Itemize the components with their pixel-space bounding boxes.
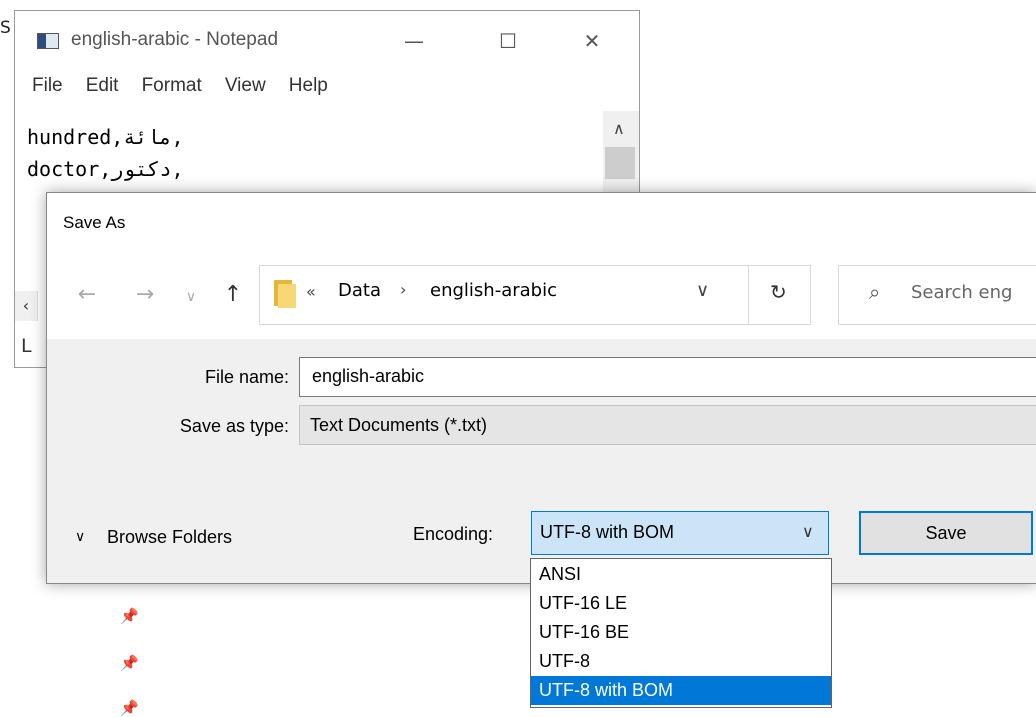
background-partial-text: S: [0, 18, 11, 38]
address-bar[interactable]: « Data › english-arabic ∨ ↻: [259, 265, 811, 325]
menu-file[interactable]: File: [32, 75, 63, 97]
save-as-type-select[interactable]: Text Documents (*.txt): [299, 405, 1036, 445]
notepad-icon: [37, 31, 59, 51]
minimize-button[interactable]: —: [391, 25, 437, 57]
chevron-down-icon[interactable]: ∨: [802, 522, 814, 541]
encoding-option-utf16le[interactable]: UTF-16 LE: [531, 589, 831, 618]
up-arrow-icon[interactable]: ↑: [219, 281, 247, 309]
menu-edit[interactable]: Edit: [86, 75, 119, 97]
scroll-up-icon[interactable]: ∧: [613, 119, 625, 138]
status-bar-text: L: [21, 335, 32, 357]
save-as-type-label: Save as type:: [179, 416, 289, 436]
browse-folders-button[interactable]: Browse Folders: [107, 527, 232, 548]
text-line: hundred,مائة,: [27, 125, 184, 149]
breadcrumb-english-arabic[interactable]: english-arabic: [430, 280, 557, 301]
menu-help[interactable]: Help: [289, 75, 328, 97]
pin-icon[interactable]: 📌: [120, 655, 139, 671]
notepad-menubar: File Edit Format View Help: [15, 75, 328, 105]
file-name-label: File name:: [204, 367, 289, 387]
menu-view[interactable]: View: [225, 75, 266, 97]
chevron-down-icon[interactable]: ∨: [696, 280, 709, 301]
breadcrumb-data[interactable]: Data: [338, 280, 381, 301]
notepad-title: english-arabic - Notepad: [71, 29, 279, 50]
save-button[interactable]: Save: [859, 511, 1033, 555]
notepad-titlebar[interactable]: english-arabic - Notepad — ☐ ✕: [15, 11, 639, 73]
encoding-option-utf16be[interactable]: UTF-16 BE: [531, 618, 831, 647]
maximize-button[interactable]: ☐: [485, 25, 531, 57]
address-divider: [748, 266, 749, 324]
forward-arrow-icon[interactable]: →: [131, 281, 159, 309]
vertical-scrollbar[interactable]: ∧: [603, 111, 639, 203]
navigation-bar: ← → ∨ ↑ « Data › english-arabic ∨ ↻ ⌕ Se…: [47, 259, 1036, 339]
breadcrumb-separator-icon[interactable]: ›: [400, 280, 406, 299]
pin-icon[interactable]: 📌: [120, 608, 139, 624]
encoding-option-ansi[interactable]: ANSI: [531, 560, 831, 589]
chevron-down-icon[interactable]: ∨: [75, 529, 85, 545]
encoding-label: Encoding:: [413, 524, 494, 544]
dialog-titlebar[interactable]: Save As: [47, 193, 1036, 259]
refresh-icon[interactable]: ↻: [770, 280, 787, 304]
menu-format[interactable]: Format: [142, 75, 202, 97]
search-input[interactable]: Search eng: [911, 282, 1012, 303]
text-line: doctor,دكتور,: [27, 157, 184, 181]
folder-icon: [274, 280, 296, 308]
encoding-dropdown-list: ANSI UTF-16 LE UTF-16 BE UTF-8 UTF-8 wit…: [530, 558, 832, 708]
encoding-option-utf8-bom[interactable]: UTF-8 with BOM: [531, 676, 831, 705]
dialog-title: Save As: [63, 213, 126, 232]
file-name-value: english-arabic: [312, 366, 425, 386]
save-as-dialog: Save As ← → ∨ ↑ « Data › english-arabic …: [46, 192, 1036, 584]
encoding-option-utf8[interactable]: UTF-8: [531, 647, 831, 676]
close-button[interactable]: ✕: [569, 25, 615, 57]
search-box[interactable]: ⌕ Search eng: [838, 265, 1036, 325]
search-icon: ⌕: [869, 280, 881, 304]
save-as-type-value: Text Documents (*.txt): [310, 415, 488, 435]
background-explorer: [0, 0, 14, 715]
encoding-select[interactable]: UTF-8 with BOM ∨: [531, 511, 829, 555]
file-name-input[interactable]: english-arabic: [299, 357, 1036, 397]
scroll-thumb[interactable]: [605, 147, 635, 179]
scroll-left-icon[interactable]: ‹: [15, 291, 38, 321]
recent-locations-chevron-icon[interactable]: ∨: [177, 283, 205, 311]
breadcrumb-overflow-icon[interactable]: «: [306, 282, 316, 301]
encoding-value: UTF-8 with BOM: [540, 522, 675, 542]
pin-icon[interactable]: 📌: [120, 700, 139, 716]
notepad-text-area[interactable]: hundred,مائة, doctor,دكتور,: [27, 121, 617, 201]
back-arrow-icon[interactable]: ←: [73, 281, 101, 309]
